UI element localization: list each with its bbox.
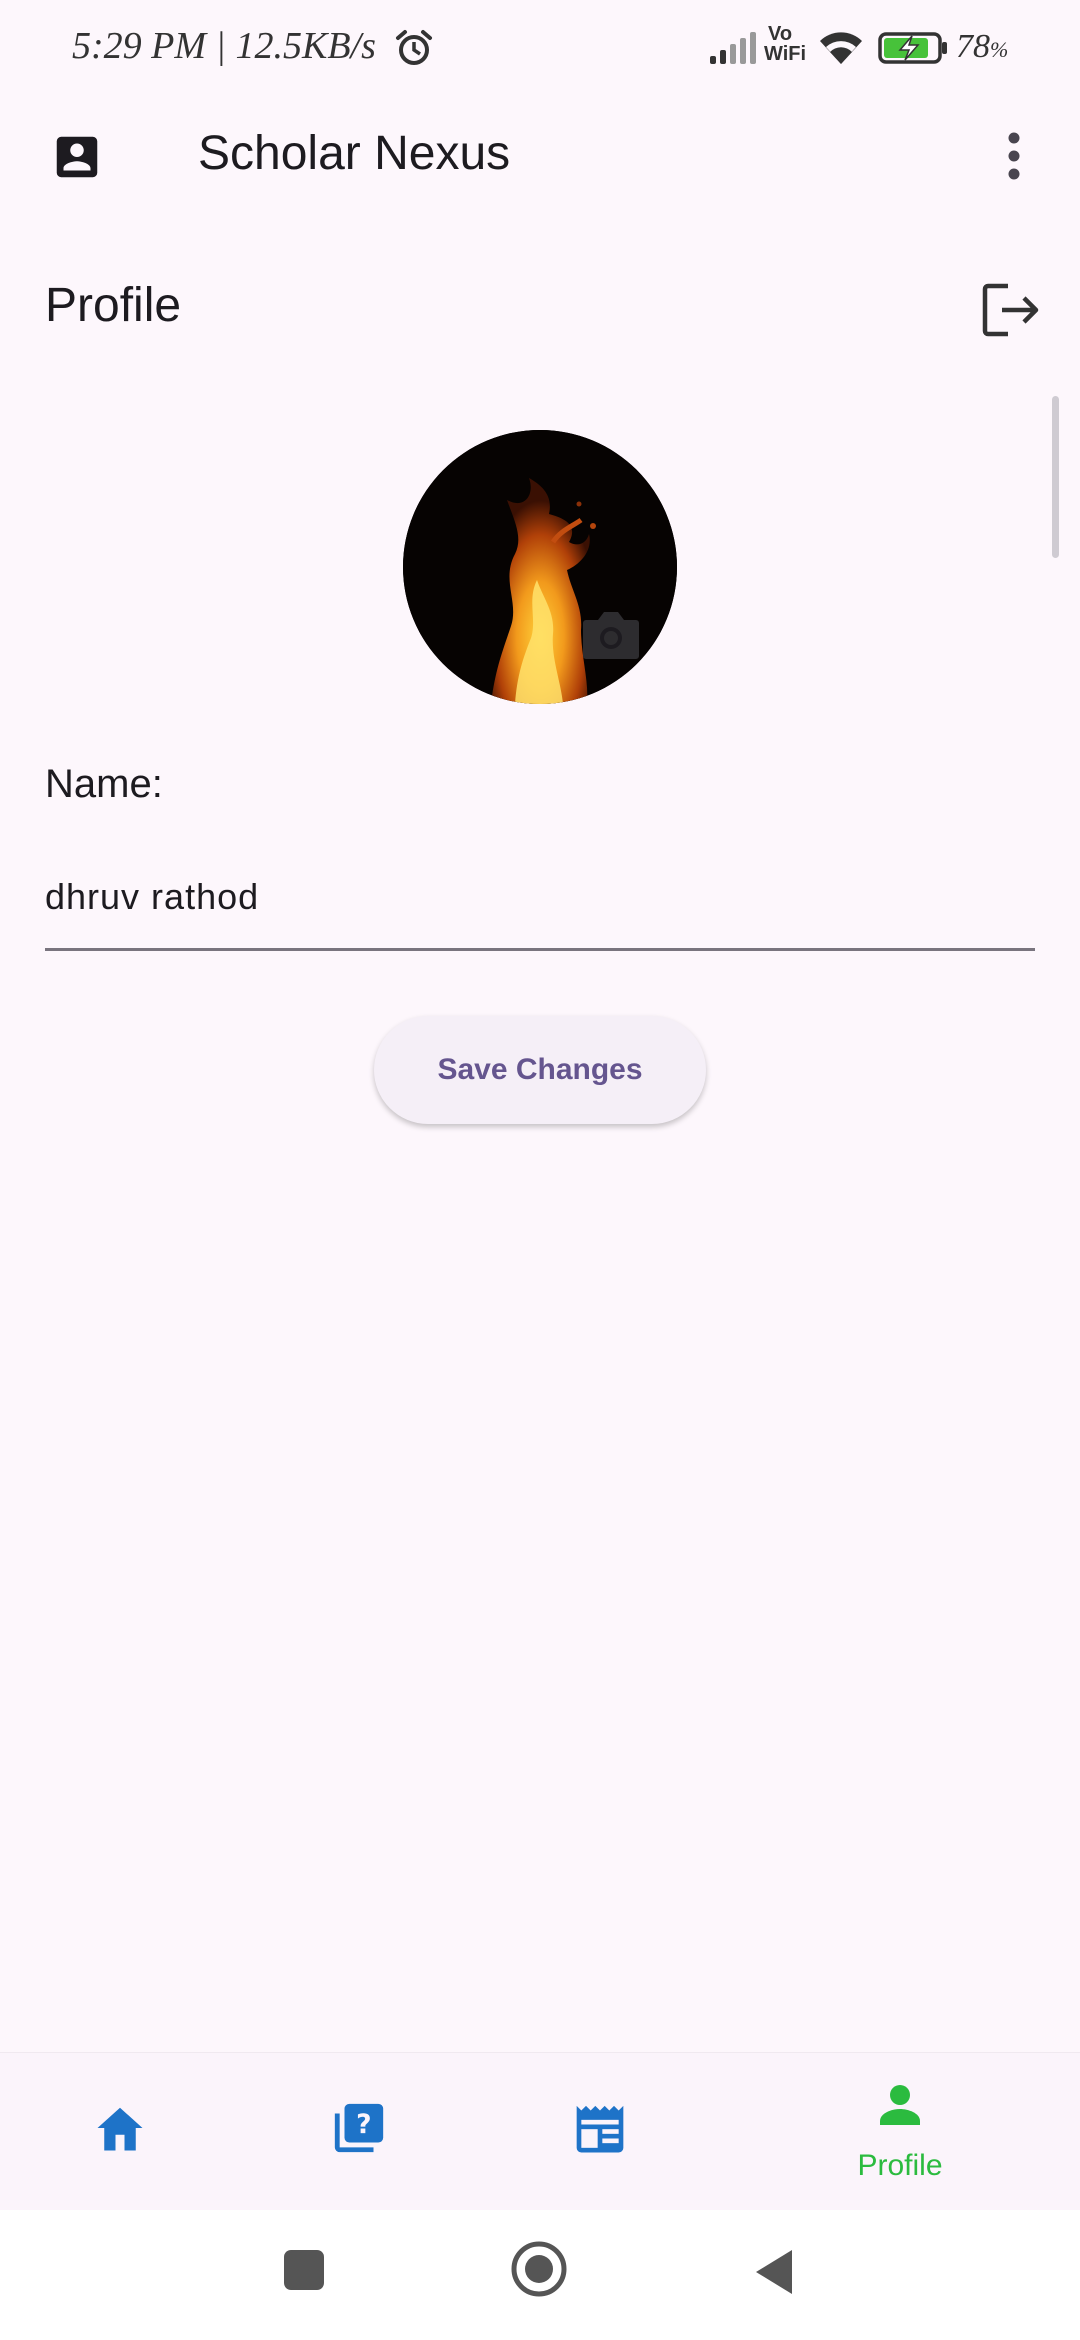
nav-item-questions[interactable]: ?: [240, 2053, 480, 2211]
save-changes-button[interactable]: Save Changes: [374, 1016, 706, 1124]
system-navigation-bar: [0, 2210, 1080, 2340]
logout-icon[interactable]: [982, 282, 1042, 338]
name-input[interactable]: [45, 846, 1035, 951]
signal-icon: [710, 32, 756, 64]
question-library-icon: ?: [334, 2103, 384, 2153]
status-bar: 5:29 PM | 12.5KB/s Vo WiFi 78%: [0, 0, 1080, 96]
account-box-icon[interactable]: [50, 130, 104, 184]
status-time: 5:29 PM | 12.5KB/s: [72, 25, 376, 67]
scroll-indicator[interactable]: [1052, 396, 1059, 558]
avatar-fire-image: [403, 430, 677, 704]
vowifi-icon: Vo WiFi: [764, 24, 806, 64]
battery-unit: %: [990, 37, 1009, 62]
nav-item-home[interactable]: [0, 2053, 240, 2211]
more-vert-icon[interactable]: [1000, 128, 1028, 184]
bottom-navigation: ? Profile: [0, 2052, 1080, 2211]
app-title: Scholar Nexus: [198, 127, 511, 180]
newspaper-icon: [576, 2105, 624, 2153]
camera-icon[interactable]: [582, 608, 640, 660]
alarm-icon: [396, 30, 432, 65]
nav-item-profile[interactable]: Profile: [780, 2053, 1020, 2211]
wifi-icon: [820, 32, 862, 64]
page-title: Profile: [45, 279, 182, 332]
avatar[interactable]: [403, 430, 677, 704]
nav-item-feed[interactable]: [480, 2053, 720, 2211]
svg-text:?: ?: [356, 2109, 371, 2140]
vowifi-top-text: Vo: [768, 23, 793, 45]
app-bar: Scholar Nexus: [0, 100, 1080, 210]
back-icon[interactable]: [754, 2248, 794, 2296]
battery-value: 78: [956, 28, 990, 65]
recents-icon[interactable]: [282, 2248, 326, 2292]
name-label: Name:: [45, 762, 163, 806]
person-icon: [880, 2085, 920, 2125]
home-circle-icon[interactable]: [510, 2240, 568, 2298]
vowifi-bottom-text: WiFi: [764, 43, 807, 65]
nav-label-profile: Profile: [857, 2149, 943, 2182]
battery-percent: 78%: [956, 28, 1008, 66]
battery-charging-icon: [878, 32, 947, 64]
home-icon: [97, 2107, 143, 2151]
